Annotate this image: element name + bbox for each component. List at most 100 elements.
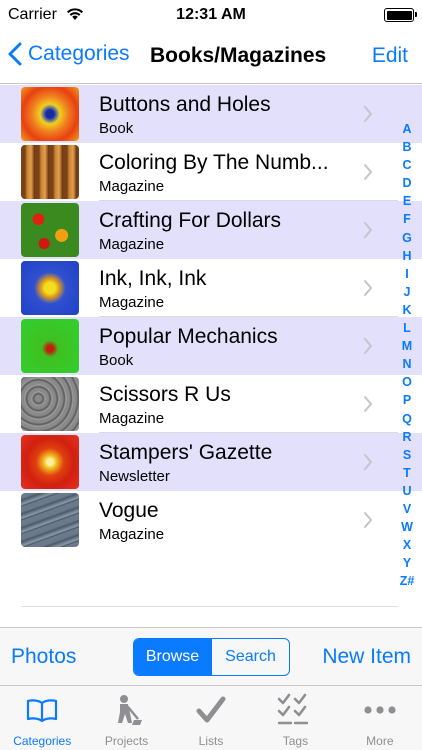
index-letter[interactable]: V — [403, 500, 411, 518]
index-letter[interactable]: H — [402, 247, 411, 265]
checklist-icon — [278, 693, 309, 725]
chevron-right-icon — [364, 338, 372, 354]
item-list: Buttons and Holes Book Coloring By The N… — [0, 85, 422, 549]
item-title: Coloring By The Numb... — [99, 151, 329, 174]
item-thumbnail — [21, 493, 79, 547]
item-title: Ink, Ink, Ink — [99, 267, 207, 290]
chevron-right-icon — [364, 512, 372, 528]
page-title: Books/Magazines — [150, 44, 327, 67]
list-item[interactable]: Vogue Magazine — [0, 491, 422, 549]
list-item[interactable]: Coloring By The Numb... Magazine — [0, 143, 422, 201]
item-title: Crafting For Dollars — [99, 209, 282, 232]
index-letter[interactable]: W — [401, 518, 413, 536]
list-item[interactable]: Scissors R Us Magazine — [0, 375, 422, 433]
index-letter[interactable]: O — [402, 373, 412, 391]
chevron-right-icon — [364, 396, 372, 412]
index-letter[interactable]: X — [403, 536, 411, 554]
index-letter[interactable]: U — [402, 482, 411, 500]
chevron-right-icon — [364, 454, 372, 470]
navigation-bar: Categories Books/Magazines Edit — [0, 30, 422, 84]
item-subtitle: Book — [99, 352, 134, 369]
item-thumbnail — [21, 377, 79, 431]
index-letter[interactable]: B — [402, 138, 411, 156]
index-letter[interactable]: Z# — [400, 572, 415, 590]
tab-label: Lists — [198, 734, 224, 748]
item-subtitle: Book — [99, 120, 134, 137]
index-letter[interactable]: F — [403, 210, 411, 228]
list-item[interactable]: Stampers' Gazette Newsletter — [0, 433, 422, 491]
chevron-right-icon — [364, 106, 372, 122]
edit-button[interactable]: Edit — [372, 44, 408, 68]
chevron-right-icon — [364, 222, 372, 238]
index-letter[interactable]: M — [402, 337, 412, 355]
list-end-separator — [21, 606, 398, 607]
item-thumbnail — [21, 87, 79, 141]
chevron-right-icon — [364, 164, 372, 180]
index-letter[interactable]: N — [402, 355, 411, 373]
new-item-button[interactable]: New Item — [322, 645, 411, 669]
item-subtitle: Magazine — [99, 526, 165, 543]
index-letter[interactable]: R — [402, 428, 411, 446]
item-title: Buttons and Holes — [99, 93, 271, 116]
tab-bar: Categories Projects Lists Tags More — [0, 685, 422, 750]
item-subtitle: Magazine — [99, 236, 165, 253]
item-thumbnail — [21, 319, 79, 373]
tab-projects[interactable]: Projects — [84, 686, 168, 750]
item-subtitle: Magazine — [99, 178, 165, 195]
index-letter[interactable]: L — [403, 319, 411, 337]
item-title: Vogue — [99, 499, 159, 522]
index-letter[interactable]: G — [402, 229, 412, 247]
section-index[interactable]: A B C D E F G H I J K L M N O P Q R S T … — [399, 120, 415, 590]
book-icon — [27, 699, 58, 723]
index-letter[interactable]: Y — [403, 554, 411, 572]
battery-icon — [384, 8, 417, 22]
list-item[interactable]: Ink, Ink, Ink Magazine — [0, 259, 422, 317]
index-letter[interactable]: I — [405, 265, 408, 283]
tab-label: Projects — [104, 734, 149, 748]
item-title: Stampers' Gazette — [99, 441, 273, 464]
clock: 12:31 AM — [176, 6, 246, 23]
bottom-toolbar: Photos Browse Search New Item — [0, 627, 422, 685]
item-subtitle: Newsletter — [99, 468, 170, 485]
segment-search[interactable]: Search — [211, 639, 289, 675]
tab-categories[interactable]: Categories — [0, 686, 84, 750]
item-title: Scissors R Us — [99, 383, 231, 406]
index-letter[interactable]: D — [402, 174, 411, 192]
tab-lists[interactable]: Lists — [169, 686, 253, 750]
tab-more[interactable]: More — [338, 686, 422, 750]
item-subtitle: Magazine — [99, 410, 165, 427]
back-button-label: Categories — [28, 42, 130, 65]
chevron-right-icon — [364, 280, 372, 296]
photos-button[interactable]: Photos — [11, 645, 76, 669]
item-thumbnail — [21, 435, 79, 489]
item-thumbnail — [21, 261, 79, 315]
status-bar: Carrier 12:31 AM — [0, 0, 422, 30]
index-letter[interactable]: C — [402, 156, 411, 174]
tab-label: Categories — [13, 734, 72, 748]
checkmark-icon — [196, 696, 226, 723]
list-item[interactable]: Buttons and Holes Book — [0, 85, 422, 143]
tab-label: Tags — [282, 734, 309, 748]
index-letter[interactable]: P — [403, 391, 411, 409]
item-subtitle: Magazine — [99, 294, 165, 311]
index-letter[interactable]: Q — [402, 410, 412, 428]
chevron-left-icon — [8, 42, 22, 66]
browse-search-segmented-control: Browse Search — [133, 638, 290, 676]
tab-label: More — [366, 734, 394, 748]
more-icon — [364, 706, 396, 714]
segment-browse[interactable]: Browse — [134, 639, 211, 675]
item-thumbnail — [21, 145, 79, 199]
index-letter[interactable]: S — [403, 446, 411, 464]
worker-icon — [117, 695, 142, 725]
list-item[interactable]: Popular Mechanics Book — [0, 317, 422, 375]
list-item[interactable]: Crafting For Dollars Magazine — [0, 201, 422, 259]
item-thumbnail — [21, 203, 79, 257]
index-letter[interactable]: T — [403, 464, 411, 482]
back-button[interactable]: Categories — [8, 42, 130, 66]
item-title: Popular Mechanics — [99, 325, 278, 348]
index-letter[interactable]: K — [402, 301, 411, 319]
tab-tags[interactable]: Tags — [253, 686, 337, 750]
index-letter[interactable]: J — [404, 283, 411, 301]
index-letter[interactable]: E — [403, 192, 411, 210]
index-letter[interactable]: A — [402, 120, 411, 138]
